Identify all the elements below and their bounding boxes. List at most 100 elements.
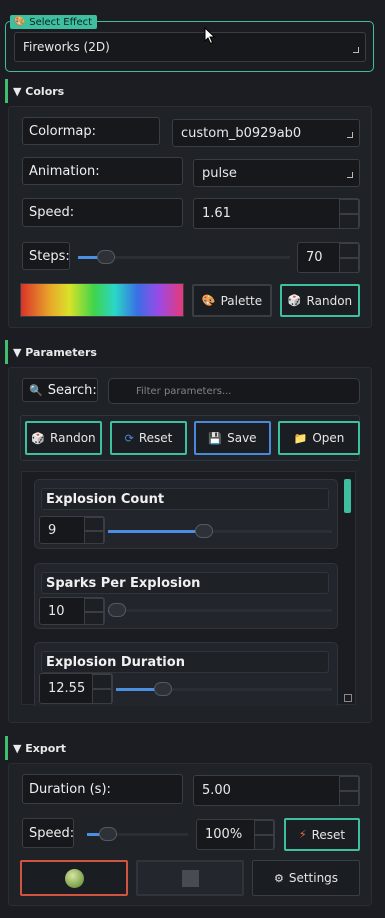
spin-down-button[interactable] bbox=[92, 689, 112, 704]
stop-icon bbox=[181, 869, 199, 887]
reset-params-button[interactable]: ⟳ Reset bbox=[110, 421, 187, 455]
param-card-explosion-count: Explosion Count 9 bbox=[34, 479, 338, 549]
duration-spinbox[interactable]: 5.00 bbox=[193, 775, 360, 806]
colormap-value: custom_b0929ab0 bbox=[181, 125, 302, 141]
search-label: 🔍 Search: bbox=[22, 378, 98, 402]
spin-down-button[interactable] bbox=[254, 835, 274, 850]
slider-knob[interactable] bbox=[195, 524, 213, 538]
spin-down-button[interactable] bbox=[84, 612, 104, 625]
export-speed-slider[interactable] bbox=[87, 826, 188, 842]
palette-button[interactable]: 🎨 Palette bbox=[192, 284, 272, 317]
spin-down-button[interactable] bbox=[339, 258, 359, 273]
param-card-sparks-per-explosion: Sparks Per Explosion 10 bbox=[34, 563, 338, 629]
spin-down-button[interactable] bbox=[339, 214, 359, 229]
colors-header-text: ▼ Colors bbox=[13, 84, 65, 98]
slider-knob[interactable] bbox=[99, 827, 117, 841]
colormap-label-text: Colormap: bbox=[29, 123, 96, 139]
param-scrollbar-thumb[interactable] bbox=[344, 479, 351, 513]
param-spinbox[interactable]: 9 bbox=[39, 516, 105, 544]
spin-up-button[interactable] bbox=[92, 674, 112, 689]
param-value: 9 bbox=[48, 522, 57, 538]
dropdown-corner-icon bbox=[347, 172, 353, 178]
search-placeholder: Filter parameters... bbox=[136, 385, 232, 397]
animation-label: Animation: bbox=[22, 157, 183, 185]
slider-track bbox=[108, 609, 332, 612]
speed-spinbox[interactable]: 1.61 bbox=[193, 198, 360, 229]
search-icon: 🔍 bbox=[29, 383, 43, 397]
param-spinbox[interactable]: 10 bbox=[39, 597, 105, 625]
param-title: Sparks Per Explosion bbox=[41, 572, 329, 594]
slider-knob[interactable] bbox=[108, 603, 126, 617]
random-params-button[interactable]: 🎲 Randon bbox=[25, 421, 102, 455]
param-slider[interactable] bbox=[108, 602, 332, 618]
param-slider[interactable] bbox=[116, 681, 332, 697]
spin-up-button[interactable] bbox=[339, 199, 359, 214]
gear-icon: ⚙ bbox=[273, 871, 284, 885]
palette-button-label: Palette bbox=[220, 293, 263, 308]
dropdown-corner-icon bbox=[347, 132, 353, 138]
steps-label-text: Steps: bbox=[29, 248, 70, 264]
steps-value: 70 bbox=[306, 250, 323, 265]
duration-value: 5.00 bbox=[202, 783, 231, 798]
param-card-explosion-duration: Explosion Duration 12.55 bbox=[34, 642, 338, 712]
open-params-label: Open bbox=[312, 431, 345, 445]
animation-dropdown[interactable]: pulse bbox=[193, 159, 360, 187]
param-title-text: Sparks Per Explosion bbox=[46, 575, 201, 591]
spin-up-button[interactable] bbox=[84, 517, 104, 531]
spin-down-button[interactable] bbox=[339, 791, 359, 806]
random-colors-button[interactable]: 🎲 Randon bbox=[280, 284, 360, 317]
spin-up-button[interactable] bbox=[339, 776, 359, 791]
slider-fill bbox=[108, 530, 204, 533]
resize-grip-icon[interactable] bbox=[344, 694, 352, 702]
param-value: 10 bbox=[48, 603, 65, 619]
colormap-gradient-preview bbox=[20, 283, 184, 317]
search-input[interactable]: Filter parameters... bbox=[108, 378, 360, 404]
slider-knob[interactable] bbox=[154, 682, 172, 696]
spin-down-button[interactable] bbox=[84, 531, 104, 544]
param-slider[interactable] bbox=[108, 523, 332, 539]
palette-icon: 🎨 bbox=[201, 294, 216, 307]
speed-value: 1.61 bbox=[202, 206, 231, 221]
lightning-icon: ⚡ bbox=[298, 828, 307, 841]
save-params-label: Save bbox=[227, 431, 257, 445]
select-effect-title-text: Select Effect bbox=[29, 16, 93, 28]
search-label-text: Search: bbox=[47, 382, 97, 398]
open-params-button[interactable]: 📁 Open bbox=[278, 421, 360, 455]
save-params-button[interactable]: 💾 Save bbox=[194, 421, 271, 455]
colors-section-header[interactable]: ▼ Colors bbox=[5, 79, 373, 103]
slider-knob[interactable] bbox=[97, 250, 115, 264]
param-title: Explosion Count bbox=[41, 488, 329, 510]
duration-label: Duration (s): bbox=[22, 774, 183, 804]
spin-up-button[interactable] bbox=[254, 820, 274, 835]
duration-label-text: Duration (s): bbox=[29, 781, 111, 797]
export-speed-spinbox[interactable]: 100% bbox=[196, 819, 275, 850]
param-title-text: Explosion Duration bbox=[46, 654, 185, 670]
parameters-section-header[interactable]: ▼ Parameters bbox=[5, 340, 373, 364]
dice-icon: 🎲 bbox=[31, 431, 46, 445]
effect-dropdown[interactable]: Fireworks (2D) bbox=[14, 32, 366, 62]
export-header-text: ▼ Export bbox=[13, 741, 67, 755]
export-settings-button[interactable]: ⚙ Settings bbox=[252, 860, 360, 896]
random-params-label: Randon bbox=[50, 431, 96, 445]
export-section-header[interactable]: ▼ Export bbox=[5, 736, 373, 760]
random-button-label: Randon bbox=[306, 293, 353, 308]
steps-slider[interactable] bbox=[78, 249, 290, 265]
stop-button[interactable] bbox=[136, 860, 244, 896]
dice-icon: 🎲 bbox=[287, 294, 302, 307]
save-icon: 💾 bbox=[208, 431, 223, 445]
colormap-dropdown[interactable]: custom_b0929ab0 bbox=[172, 119, 360, 147]
palette-icon: 🎨 bbox=[14, 17, 26, 27]
param-value: 12.55 bbox=[48, 681, 86, 696]
steps-spinbox[interactable]: 70 bbox=[297, 242, 360, 273]
effect-dropdown-value: Fireworks (2D) bbox=[23, 40, 110, 54]
reset-icon: ⟳ bbox=[124, 431, 134, 445]
export-speed-label-text: Speed: bbox=[29, 825, 75, 841]
export-reset-button[interactable]: ⚡ Reset bbox=[284, 818, 360, 851]
folder-icon: 📁 bbox=[293, 431, 308, 445]
record-button[interactable] bbox=[20, 860, 128, 896]
param-spinbox[interactable]: 12.55 bbox=[39, 673, 113, 704]
spin-up-button[interactable] bbox=[84, 598, 104, 612]
spin-up-button[interactable] bbox=[339, 243, 359, 258]
param-title: Explosion Duration bbox=[41, 651, 329, 673]
param-title-text: Explosion Count bbox=[46, 491, 165, 507]
